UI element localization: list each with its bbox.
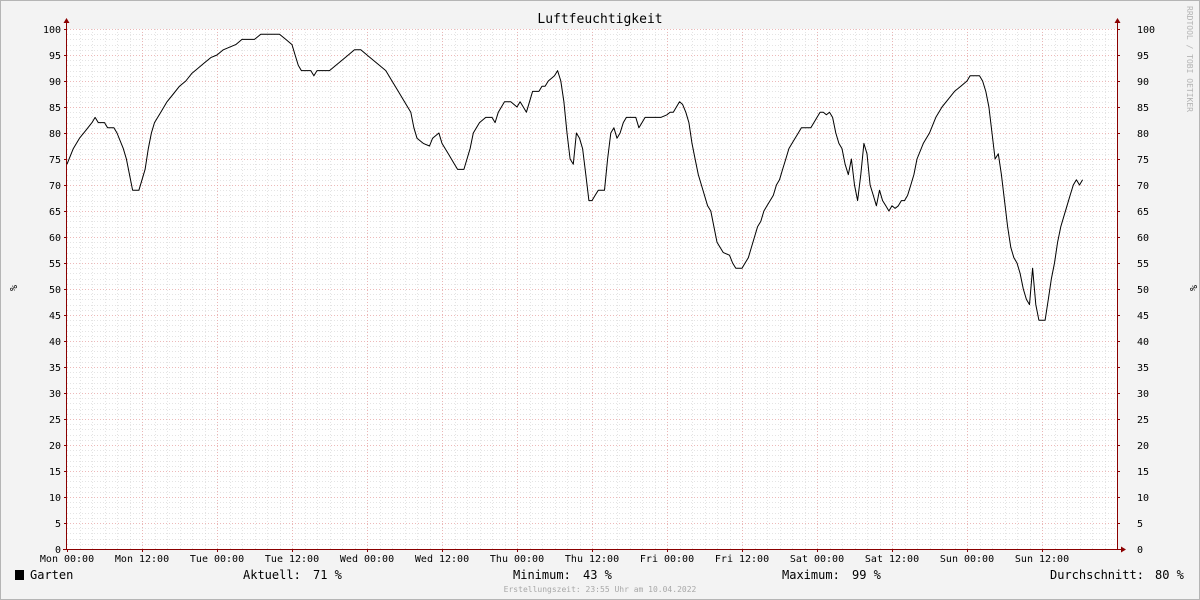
y-tick-label: 80: [49, 129, 61, 140]
y-tick-label: 50: [49, 285, 61, 296]
y-tick-label: 45: [1137, 311, 1149, 322]
x-tick-label: Tue 12:00: [265, 554, 319, 565]
y-tick-label: 25: [1137, 415, 1149, 426]
y-axis-arrow-left: [63, 18, 70, 23]
y-tick-label: 75: [1137, 155, 1149, 166]
y-tick-label: 55: [49, 259, 61, 270]
y-tick-label: 65: [1137, 207, 1149, 218]
y-tick-label: 25: [49, 415, 61, 426]
y-tick-label: 50: [1137, 285, 1149, 296]
y-axis-label-right: %: [1187, 285, 1198, 291]
y-tick-label: 100: [43, 25, 61, 36]
legend-max-label: Maximum:: [782, 568, 840, 582]
legend-avg-value: 80 %: [1155, 568, 1185, 582]
chart-title: Luftfeuchtigkeit: [537, 12, 662, 27]
x-tick-label: Mon 12:00: [115, 554, 169, 565]
x-tick-label: Fri 00:00: [640, 554, 694, 565]
y-tick-label: 60: [49, 233, 61, 244]
y-tick-label: 55: [1137, 259, 1149, 270]
y-tick-label: 70: [49, 181, 61, 192]
y-tick-label: 10: [49, 493, 61, 504]
y-tick-label: 20: [49, 441, 61, 452]
legend-series-label: Garten: [30, 568, 73, 582]
x-tick-label: Sun 00:00: [940, 554, 994, 565]
x-tick-label: Sat 12:00: [865, 554, 919, 565]
y-tick-label: 95: [49, 51, 61, 62]
y-tick-label: 70: [1137, 181, 1149, 192]
line-chart: 0 5 10 15 20 25 30 35 40 45 50 55 60 65 70 75 80 85 90 95 10…: [7, 6, 1198, 594]
y-tick-label: 85: [49, 103, 61, 114]
x-tick-label: Thu 12:00: [565, 554, 619, 565]
x-tick-label: Tue 00:00: [190, 554, 244, 565]
y-tick-label: 80: [1137, 129, 1149, 140]
x-tick-label: Wed 12:00: [415, 554, 469, 565]
y-tick-labels-right: 0 5 10 15 20 25 30 35 40 45 50 55 60 65 70 75 80 85 90 95 10…: [1137, 25, 1155, 556]
y-tick-label: 0: [1137, 545, 1143, 556]
watermark: RRDTOOL / TOBI OETIKER: [1185, 6, 1194, 112]
x-axis-arrow: [1121, 546, 1126, 553]
y-tick-label: 75: [49, 155, 61, 166]
legend-current-label: Aktuell:: [243, 568, 301, 582]
y-tick-label: 10: [1137, 493, 1149, 504]
plot-area: [67, 29, 1117, 549]
y-tick-label: 5: [55, 519, 61, 530]
y-tick-label: 20: [1137, 441, 1149, 452]
legend-avg-label: Durchschnitt:: [1050, 568, 1144, 582]
x-tick-label: Thu 00:00: [490, 554, 544, 565]
x-tick-labels: Mon 00:00 Mon 12:00 Tue 00:00 Tue 12:00 Wed …: [40, 554, 1069, 565]
y-tick-label: 35: [49, 363, 61, 374]
y-tick-label: 60: [1137, 233, 1149, 244]
legend-swatch: [15, 570, 24, 580]
x-tick-label: Sat 00:00: [790, 554, 844, 565]
y-tick-label: 5: [1137, 519, 1143, 530]
footer-timestamp: Erstellungszeit: 23:55 Uhr am 10.04.2022: [504, 585, 697, 594]
y-tick-label: 95: [1137, 51, 1149, 62]
legend-current-value: 71 %: [313, 568, 343, 582]
y-axis-label-left: %: [7, 285, 18, 291]
legend-min-label: Minimum:: [513, 568, 571, 582]
y-tick-label: 35: [1137, 363, 1149, 374]
y-tick-label: 30: [49, 389, 61, 400]
y-tick-label: 85: [1137, 103, 1149, 114]
legend-min-value: 43 %: [583, 568, 613, 582]
y-axis-arrow-right: [1114, 18, 1121, 23]
y-tick-label: 45: [49, 311, 61, 322]
y-tick-label: 90: [49, 77, 61, 88]
y-tick-label: 15: [49, 467, 61, 478]
y-tick-label: 15: [1137, 467, 1149, 478]
y-tick-label: 100: [1137, 25, 1155, 36]
legend-max-value: 99 %: [852, 568, 882, 582]
y-tick-labels-left: 0510152025303540455055606570758085909510…: [43, 25, 61, 556]
y-tick-label: 90: [1137, 77, 1149, 88]
y-tick-label: 40: [1137, 337, 1149, 348]
x-tick-label: Fri 12:00: [715, 554, 769, 565]
x-tick-label: Sun 12:00: [1015, 554, 1069, 565]
y-tick-label: 30: [1137, 389, 1149, 400]
y-tick-label: 65: [49, 207, 61, 218]
x-tick-label: Wed 00:00: [340, 554, 394, 565]
x-tick-label: Mon 00:00: [40, 554, 94, 565]
y-tick-label: 40: [49, 337, 61, 348]
